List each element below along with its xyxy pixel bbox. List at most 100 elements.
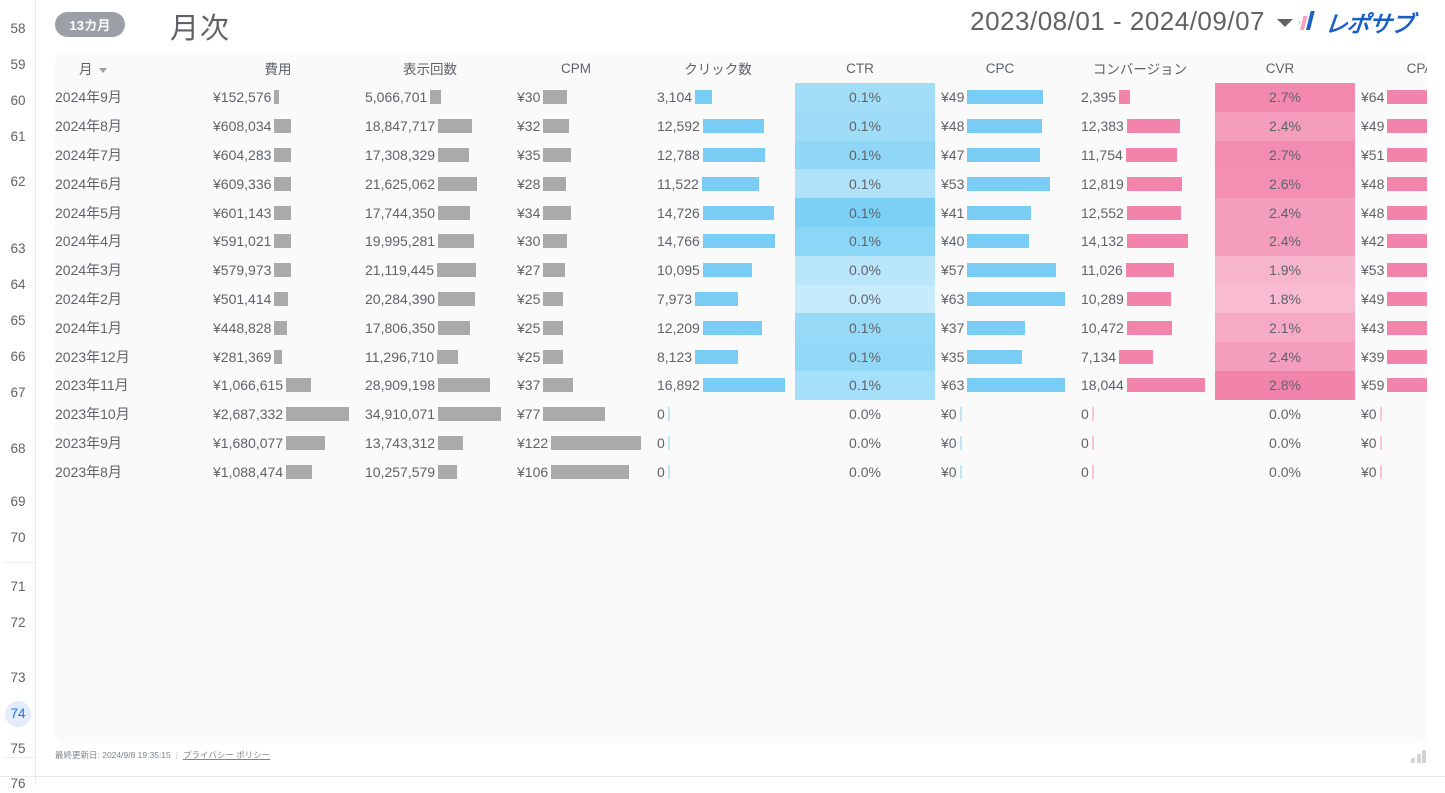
gutter-line-number[interactable]: 62 <box>0 173 36 191</box>
cell-cpa: ¥53 <box>1355 256 1427 285</box>
column-header-clicks[interactable]: クリック数 <box>651 53 795 83</box>
heat-value: 2.7% <box>1215 83 1355 112</box>
table-row[interactable]: 2024年9月 ¥152,576 5,066,701 ¥30 3,104 0.1% ¥49 2… <box>55 83 1427 112</box>
table-row[interactable]: 2024年2月 ¥501,414 20,284,390 ¥25 7,973 0.0% ¥63… <box>55 284 1427 314</box>
metric-bar-track <box>438 147 501 162</box>
gutter-line-number[interactable]: 63 <box>0 240 36 258</box>
metric-bar-track <box>1125 263 1205 278</box>
cell-impressions: 19,995,281 <box>359 227 511 256</box>
gutter-line-number[interactable]: 61 <box>0 128 36 146</box>
table-row[interactable]: 2023年10月 ¥2,687,332 34,910,071 ¥77 0 0.0% ¥0 0 0… <box>55 400 1427 429</box>
metric-bar <box>543 176 566 191</box>
metric-bar-track <box>702 234 785 249</box>
metric-bar-track <box>286 407 349 422</box>
table-body: 2024年9月 ¥152,576 5,066,701 ¥30 3,104 0.1% ¥49 2… <box>55 83 1427 486</box>
metric-bar-track <box>702 263 785 278</box>
gutter-line-number[interactable]: 69 <box>0 493 36 511</box>
metric-bar-track <box>702 378 785 393</box>
table-row[interactable]: 2024年4月 ¥591,021 19,995,281 ¥30 14,766 0.1% ¥4… <box>55 226 1427 256</box>
table-row[interactable]: 2024年1月 ¥448,828 17,806,350 ¥25 12,209 0.1% ¥3… <box>55 313 1427 343</box>
cell-cpc: ¥40 <box>935 227 1075 256</box>
gutter-line-number[interactable]: 64 <box>0 276 36 294</box>
caret-down-icon[interactable] <box>98 67 107 73</box>
gutter-line-number[interactable]: 71 <box>0 578 36 596</box>
gutter-line-number[interactable]: 66 <box>0 348 36 366</box>
metric-value: ¥0 <box>1361 463 1377 480</box>
table-row[interactable]: 2024年7月 ¥604,283 17,308,329 ¥35 12,788 0.1% ¥4… <box>55 140 1427 170</box>
column-header-ctr[interactable]: CTR <box>795 53 935 83</box>
metric-bar <box>1387 205 1427 220</box>
metric-value: 12,383 <box>1081 118 1124 135</box>
gutter-line-number[interactable]: 59 <box>0 56 36 74</box>
gutter-line-number[interactable]: 73 <box>0 669 36 687</box>
cell-cpc: ¥48 <box>935 112 1075 141</box>
metric-value: 7,134 <box>1081 348 1117 365</box>
metric-value: 0 <box>657 463 665 480</box>
gutter-line-number[interactable]: 76 <box>0 775 36 793</box>
metric-bar-track <box>967 378 1065 393</box>
metric-value: 0 <box>1081 434 1089 451</box>
metric-bar <box>274 291 289 306</box>
metric-value: ¥448,828 <box>213 319 272 336</box>
metric-bar-track <box>1379 435 1427 450</box>
column-header-cpa[interactable]: CPA <box>1355 53 1427 83</box>
column-header-month[interactable]: 月 <box>55 53 207 83</box>
cell-clicks: 10,095 <box>651 256 795 285</box>
period-badge[interactable]: 13カ月 <box>55 12 125 37</box>
metric-value: 13,743,312 <box>365 434 436 451</box>
heat-value: 2.8% <box>1215 370 1355 400</box>
privacy-policy-link[interactable]: プライバシー ポリシー <box>183 749 270 761</box>
cell-ctr: 0.1% <box>795 140 935 170</box>
column-header-cpm[interactable]: CPM <box>511 53 651 83</box>
table-row[interactable]: 2023年11月 ¥1,066,615 28,909,198 ¥37 16,892 0.1… <box>55 370 1427 400</box>
table-row[interactable]: 2024年6月 ¥609,336 21,625,062 ¥28 11,522 0.1% ¥5… <box>55 169 1427 199</box>
metric-bar-track <box>437 263 501 278</box>
metric-value: ¥1,066,615 <box>213 377 284 394</box>
metric-bar <box>701 176 759 191</box>
table-row[interactable]: 2024年8月 ¥608,034 18,847,717 ¥32 12,592 0.1% ¥4… <box>55 111 1427 141</box>
column-header-conversions[interactable]: コンバージョン <box>1075 53 1215 83</box>
column-header-cost[interactable]: 費用 <box>207 53 359 83</box>
cell-cvr: 2.4% <box>1215 111 1355 141</box>
cell-ctr: 0.1% <box>795 198 935 227</box>
cell-ctr: 0.1% <box>795 342 935 371</box>
gutter-line-number[interactable]: 58 <box>0 20 36 38</box>
metric-value: ¥1,680,077 <box>213 434 284 451</box>
metric-bar-track <box>967 234 1065 249</box>
metric-bar <box>543 320 564 335</box>
cell-cpm: ¥25 <box>511 313 651 342</box>
table-row[interactable]: 2023年12月 ¥281,369 11,296,710 ¥25 8,123 0.1% ¥3… <box>55 342 1427 371</box>
gutter-line-number[interactable]: 65 <box>0 312 36 330</box>
column-header-impressions[interactable]: 表示回数 <box>359 53 511 83</box>
cell-conversions: 7,134 <box>1075 342 1215 371</box>
heat-value: 0.0% <box>795 284 935 314</box>
gutter-line-number[interactable]: 75 <box>0 740 36 758</box>
metric-bar <box>1387 147 1427 162</box>
table-row[interactable]: 2023年8月 ¥1,088,474 10,257,579 ¥106 0 0.0% ¥0 0 0… <box>55 457 1427 486</box>
table-row[interactable]: 2023年9月 ¥1,680,077 13,743,312 ¥122 0 0.0% ¥0 0 0… <box>55 429 1427 458</box>
cell-ctr: 0.1% <box>795 169 935 199</box>
column-header-cpc[interactable]: CPC <box>935 53 1075 83</box>
gutter-line-number[interactable]: 74 <box>0 701 36 727</box>
gutter-line-number[interactable]: 72 <box>0 614 36 632</box>
metric-bar <box>551 435 641 450</box>
cell-cvr: 2.7% <box>1215 83 1355 112</box>
metric-bar <box>1119 90 1131 105</box>
chevron-down-icon[interactable] <box>1277 19 1293 27</box>
cell-impressions: 28,909,198 <box>359 371 511 400</box>
gutter-line-number[interactable]: 60 <box>0 92 36 110</box>
page-title: 月次 <box>170 13 231 45</box>
table-row[interactable]: 2024年5月 ¥601,143 17,744,350 ¥34 14,726 0.1% ¥4… <box>55 198 1427 227</box>
cell-cpm: ¥37 <box>511 371 651 400</box>
heat-value: 2.4% <box>1215 226 1355 256</box>
gutter-line-number[interactable]: 68 <box>0 440 36 458</box>
column-header-cvr[interactable]: CVR <box>1215 53 1355 83</box>
date-range-selector[interactable]: 2023/08/01 - 2024/09/07 <box>970 6 1265 37</box>
cell-cost: ¥601,143 <box>207 198 359 227</box>
gutter-line-number[interactable]: 70 <box>0 529 36 547</box>
metric-bar-track <box>695 291 785 306</box>
table-row[interactable]: 2024年3月 ¥579,973 21,119,445 ¥27 10,095 0.0% ¥5… <box>55 255 1427 285</box>
metric-value: 28,909,198 <box>365 377 436 394</box>
gutter-line-number[interactable]: 67 <box>0 384 36 402</box>
metric-bar-track <box>695 90 785 105</box>
